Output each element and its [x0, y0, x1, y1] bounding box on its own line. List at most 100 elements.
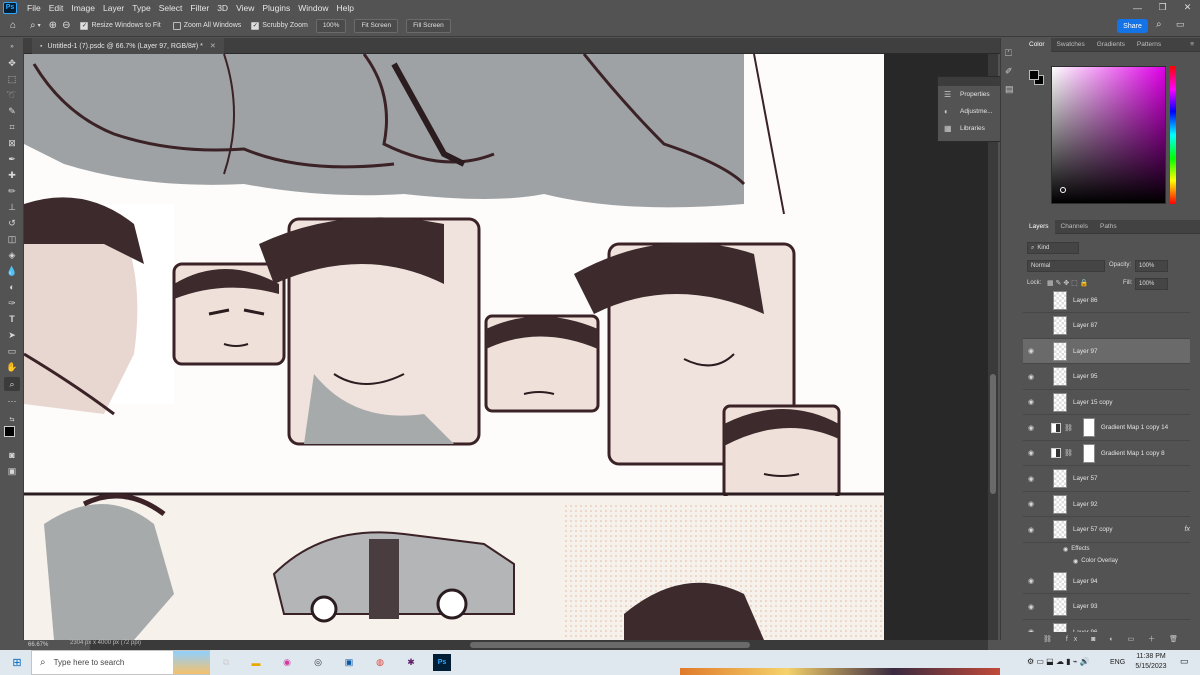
layer-thumbnail[interactable]	[1053, 316, 1067, 335]
layer-name[interactable]: Layer 57 copy	[1073, 526, 1113, 533]
layer-row[interactable]: Layer 87	[1023, 314, 1190, 339]
marquee-tool-icon[interactable]: ⬚	[4, 72, 20, 86]
link-icon[interactable]: ⛓	[1064, 449, 1073, 457]
eraser-tool-icon[interactable]: ◫	[4, 232, 20, 246]
language-indicator[interactable]: ENG	[1110, 659, 1125, 666]
layer-row[interactable]: ◉ Layer 92	[1023, 492, 1190, 517]
foreground-color-swatch[interactable]	[1029, 70, 1039, 80]
foreground-color-swatch[interactable]	[4, 426, 15, 437]
layer-name[interactable]: Gradient Map 1 copy 14	[1101, 424, 1168, 431]
home-icon[interactable]: ⌂	[10, 19, 16, 33]
layer-thumbnail[interactable]	[1053, 520, 1067, 539]
menu-type[interactable]: Type	[128, 3, 154, 13]
lasso-tool-icon[interactable]: ➰	[4, 88, 20, 102]
eye-visible-icon[interactable]: ◉	[1023, 424, 1039, 432]
fit-screen-button[interactable]: Fit Screen	[354, 18, 399, 33]
menu-view[interactable]: View	[232, 3, 258, 13]
photos-icon[interactable]: ▣	[340, 654, 358, 671]
layer-mask-thumbnail[interactable]	[1082, 443, 1095, 463]
eye-visible-icon[interactable]: ◉	[1023, 603, 1039, 611]
layer-name[interactable]: Gradient Map 1 copy 8	[1101, 450, 1165, 457]
paint-bucket-tool-icon[interactable]: ◈	[4, 248, 20, 262]
dodge-tool-icon[interactable]: ◐	[4, 280, 20, 294]
system-tray-icons[interactable]: ⚙ ▭ ⬓ ☁ ▮ ⌁ 🔊	[1027, 657, 1090, 666]
pen-tool-icon[interactable]: ✑	[4, 296, 20, 310]
eye-visible-icon[interactable]: ◉	[1023, 577, 1039, 585]
menu-layer[interactable]: Layer	[99, 3, 128, 13]
tab-gradients[interactable]: Gradients	[1091, 38, 1131, 52]
crop-tool-icon[interactable]: ⌗	[4, 120, 20, 134]
blend-mode-select[interactable]: Normal	[1027, 260, 1105, 272]
layer-thumbnail[interactable]	[1053, 367, 1067, 386]
restore-icon[interactable]: ❐	[1150, 0, 1175, 15]
app-icon-1[interactable]: ◉	[278, 654, 296, 671]
menu-edit[interactable]: Edit	[45, 3, 68, 13]
menu-plugins[interactable]: Plugins	[258, 3, 294, 13]
comments-icon[interactable]: ▤	[1005, 84, 1014, 95]
tab-channels[interactable]: Channels	[1055, 220, 1094, 234]
tab-color[interactable]: Color	[1023, 37, 1051, 52]
layer-name[interactable]: Layer 93	[1073, 603, 1098, 610]
layer-name[interactable]: Layer 97	[1073, 348, 1098, 355]
slack-icon[interactable]: ✱	[402, 654, 420, 671]
menu-select[interactable]: Select	[155, 3, 187, 13]
tab-paths[interactable]: Paths	[1094, 220, 1123, 234]
hue-slider[interactable]	[1170, 66, 1176, 204]
quick-select-tool-icon[interactable]: ✎	[4, 104, 20, 118]
vertical-scroll-thumb[interactable]	[990, 374, 996, 494]
layer-row[interactable]: ◉ Layer 96	[1023, 620, 1190, 632]
history-icon[interactable]: ⏍	[1005, 48, 1012, 59]
healing-brush-tool-icon[interactable]: ✚	[4, 168, 20, 182]
path-select-tool-icon[interactable]: ➤	[4, 328, 20, 342]
layer-thumbnail[interactable]	[1053, 494, 1067, 514]
layer-row[interactable]: ◉ Layer 15 copy	[1023, 390, 1190, 415]
layer-row[interactable]: Layer 86	[1023, 288, 1190, 313]
menu-image[interactable]: Image	[67, 3, 99, 13]
brush-tool-icon[interactable]: ✏	[4, 184, 20, 198]
layer-name[interactable]: Layer 15 copy	[1073, 399, 1113, 406]
swap-colors-icon[interactable]: ⇆	[4, 412, 20, 426]
eye-visible-icon[interactable]: ◉	[1023, 449, 1039, 457]
type-tool-icon[interactable]: T	[4, 312, 20, 326]
tab-layers[interactable]: Layers	[1023, 219, 1055, 234]
notification-icon[interactable]: ▭	[1180, 656, 1189, 667]
layer-name[interactable]: Layer 94	[1073, 578, 1098, 585]
fx-badge[interactable]: fx	[1185, 526, 1190, 533]
layer-row[interactable]: ◉ Layer 97	[1023, 339, 1190, 364]
eye-visible-icon[interactable]: ◉	[1023, 628, 1039, 632]
layer-name[interactable]: Layer 95	[1073, 373, 1098, 380]
artwork-canvas[interactable]	[24, 54, 884, 640]
layer-thumbnail[interactable]	[1053, 622, 1067, 632]
resize-windows-checkbox[interactable]: ✓ Resize Windows to Fit	[80, 19, 161, 33]
layer-row[interactable]: ◉ Layer 57	[1023, 467, 1190, 492]
layer-thumbnail[interactable]	[1053, 392, 1067, 412]
zoom-100-button[interactable]: 100%	[315, 18, 347, 33]
tab-swatches[interactable]: Swatches	[1051, 38, 1091, 52]
history-brush-tool-icon[interactable]: ↺	[4, 216, 20, 230]
photoshop-taskbar-icon[interactable]: Ps	[433, 654, 451, 671]
zoom-tool-icon[interactable]: ⌕	[4, 377, 20, 391]
chrome-icon[interactable]: ◍	[371, 654, 389, 671]
document-tab[interactable]: ▪ Untitled-1 (7).psdc @ 66.7% (Layer 97,…	[32, 38, 224, 54]
hand-tool-icon[interactable]: ✋	[4, 360, 20, 374]
eye-visible-icon[interactable]: ◉	[1023, 475, 1039, 483]
layer-row[interactable]: ◉ ⛓ Gradient Map 1 copy 14	[1023, 416, 1190, 441]
menu-filter[interactable]: Filter	[186, 3, 213, 13]
layer-mask-thumbnail[interactable]	[1082, 418, 1095, 437]
blur-tool-icon[interactable]: 💧	[4, 264, 20, 278]
clock-time[interactable]: 11:38 PM	[1131, 653, 1171, 660]
link-icon[interactable]: ⛓	[1064, 424, 1073, 432]
more-tools-icon[interactable]: ⋯	[4, 394, 20, 408]
task-view-icon[interactable]: ⧉	[217, 654, 235, 671]
color-field[interactable]	[1051, 66, 1166, 204]
eye-visible-icon[interactable]: ◉	[1063, 546, 1068, 553]
menu-help[interactable]: Help	[332, 3, 357, 13]
eye-visible-icon[interactable]: ◉	[1023, 500, 1039, 508]
layer-name[interactable]: Layer 57	[1073, 475, 1098, 482]
canvas-area[interactable]	[24, 54, 988, 640]
lock-pixels-icon[interactable]: ▦ ✎ ✥ ⬚ 🔒	[1047, 279, 1088, 287]
clock-date[interactable]: 5/15/2023	[1131, 663, 1171, 670]
share-button[interactable]: Share	[1117, 19, 1148, 33]
file-explorer-icon[interactable]: ▬	[247, 654, 265, 671]
color-overlay-row[interactable]: ◉ Color Overlay	[1023, 555, 1190, 567]
